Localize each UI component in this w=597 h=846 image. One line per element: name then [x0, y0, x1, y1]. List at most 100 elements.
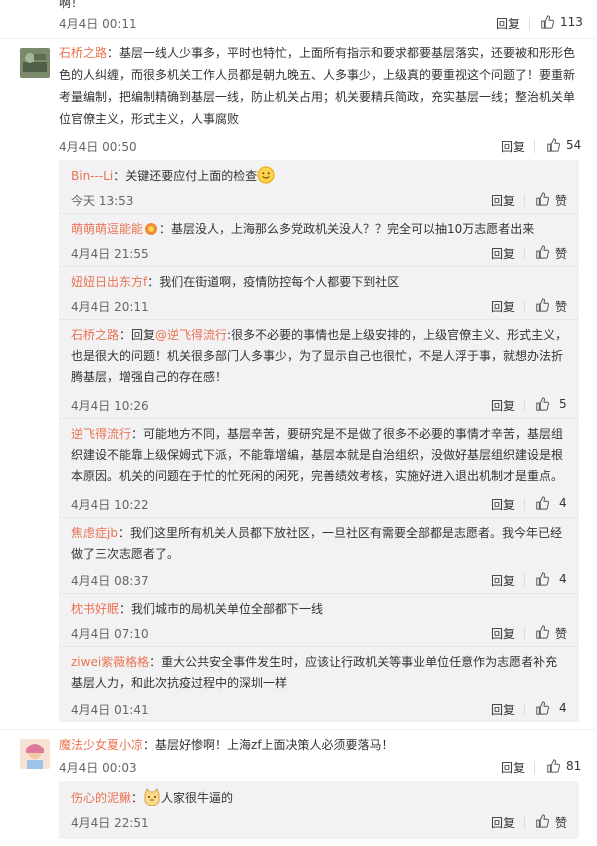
reply-button[interactable]: 回复 [501, 138, 525, 155]
divider [59, 213, 579, 214]
thumb-up-icon[interactable] [535, 572, 549, 586]
thumb-up-icon[interactable] [535, 496, 549, 510]
comment-text: ：基层一线人少事多，平时也特忙，上面所有指示和要求都要基层落实，还要被和形形色色… [59, 46, 576, 126]
divider [59, 418, 579, 419]
reply-button[interactable]: 回复 [491, 245, 515, 262]
like-count: 赞 [555, 300, 568, 314]
username[interactable]: 石桥之路 [71, 328, 119, 342]
divider [59, 593, 579, 594]
divider [59, 646, 579, 647]
separator [529, 17, 530, 30]
thumb-up-icon[interactable] [546, 138, 560, 152]
reply-time: 4月4日 22:51 [71, 816, 149, 830]
reply-meta: 4月4日 07:10 回复 赞 [59, 623, 579, 643]
reply-button[interactable]: 回复 [496, 15, 520, 32]
reply-time: 4月4日 07:10 [71, 627, 149, 641]
separator [534, 761, 535, 774]
reply-time: 4月4日 20:11 [71, 300, 149, 314]
comment-meta: 4月4日 00:50 回复 54 [0, 136, 597, 156]
divider [59, 517, 579, 518]
separator [524, 627, 525, 640]
username[interactable]: 伤心的泥鳅 [71, 791, 131, 805]
reply-body: 伤心的泥鳅： 人家很牛逼的 [71, 788, 569, 809]
thumb-up-icon[interactable] [535, 245, 549, 259]
comment-time: 4月4日 00:50 [59, 140, 137, 154]
username[interactable]: 枕书好眠 [71, 602, 119, 616]
reply-button[interactable]: 回复 [491, 298, 515, 315]
reply-button[interactable]: 回复 [491, 701, 515, 718]
thumb-up-icon[interactable] [535, 397, 549, 411]
reply-time: 今天 13:53 [71, 194, 134, 208]
username[interactable]: Bin---Li [71, 169, 113, 183]
separator [534, 140, 535, 153]
separator [524, 703, 525, 716]
reply-body: 石桥之路：回复@逆飞得流行:很多不必要的事情也是上级安排的，上级官僚主义、形式主… [71, 325, 569, 388]
reply-button[interactable]: 回复 [491, 496, 515, 513]
like-count: 4 [559, 572, 567, 586]
like-count: 赞 [555, 816, 568, 830]
mention-link[interactable]: @逆飞得流行 [155, 328, 227, 342]
thumb-up-icon[interactable] [535, 298, 549, 312]
username[interactable]: ziwei紫薇格格 [71, 655, 149, 669]
reply-text: ：我们这里所有机关人员都下放社区，一旦社区有需要全部都是志愿者。我今年已经做了三… [71, 526, 562, 561]
reply-item: 萌萌萌逗能能 ：基层没人，上海那么多党政机关没人？？完全可以抽10万志愿者出来 [71, 219, 569, 240]
divider [59, 266, 579, 267]
reply-button[interactable]: 回复 [501, 759, 525, 776]
separator [524, 247, 525, 260]
like-count: 113 [560, 15, 583, 29]
reply-time: 4月4日 21:55 [71, 247, 149, 261]
comment-meta: 4月4日 00:11 回复 113 [0, 13, 597, 33]
reply-button[interactable]: 回复 [491, 625, 515, 642]
reply-meta: 4月4日 10:22 回复 4 [59, 494, 579, 514]
username[interactable]: 焦虑症jb [71, 526, 118, 540]
reply-body: Bin---Li：关键还要应付上面的检查 [71, 166, 569, 187]
divider [59, 319, 579, 320]
reply-meta: 4月4日 01:41 回复 4 [59, 699, 579, 719]
thumb-up-icon[interactable] [546, 759, 560, 773]
reply-meta: 4月4日 08:37 回复 4 [59, 570, 579, 590]
reply-meta: 4月4日 22:51 回复 赞 [59, 812, 579, 832]
smile-emoji-icon [257, 166, 275, 184]
like-count: 赞 [555, 194, 568, 208]
reply-item: ziwei紫薇格格：重大公共安全事件发生时，应该让行政机关等事业单位任意作为志愿… [71, 652, 569, 694]
reply-item: 枕书好眠：我们城市的局机关单位全部都下一线 [71, 599, 569, 620]
like-count: 5 [559, 397, 567, 411]
reply-body: 妞妞日出东方f：我们在街道啊，疫情防控每个人都要下到社区 [71, 272, 569, 293]
separator [524, 498, 525, 511]
reply-body: 萌萌萌逗能能 ：基层没人，上海那么多党政机关没人？？完全可以抽10万志愿者出来 [71, 219, 569, 240]
avatar[interactable] [20, 48, 50, 78]
thumb-up-icon[interactable] [540, 15, 554, 29]
like-count: 赞 [555, 247, 568, 261]
reply-text: ：我们在街道啊，疫情防控每个人都要下到社区 [147, 275, 400, 289]
username[interactable]: 妞妞日出东方f [71, 275, 147, 289]
thumb-up-icon[interactable] [535, 625, 549, 639]
like-count: 81 [566, 759, 582, 773]
username[interactable]: 魔法少女夏小凉 [59, 738, 143, 752]
reply-text: ：基层没人，上海那么多党政机关没人？？完全可以抽10万志愿者出来 [159, 222, 535, 236]
username[interactable]: 石桥之路 [59, 46, 107, 60]
thumb-up-icon[interactable] [535, 814, 549, 828]
username[interactable]: 萌萌萌逗能能 [71, 222, 143, 236]
reply-text: ：可能地方不同，基层辛苦，要研究是不是做了很多不必要的事情才辛苦，基层组织建设不… [71, 427, 564, 483]
thumb-up-icon[interactable] [535, 192, 549, 206]
divider [0, 729, 597, 730]
reply-item: 焦虑症jb：我们这里所有机关人员都下放社区，一旦社区有需要全部都是志愿者。我今年… [71, 523, 569, 565]
reply-button[interactable]: 回复 [491, 572, 515, 589]
reply-button[interactable]: 回复 [491, 397, 515, 414]
reply-meta: 4月4日 10:26 回复 5 [59, 395, 579, 415]
reply-body: 焦虑症jb：我们这里所有机关人员都下放社区，一旦社区有需要全部都是志愿者。我今年… [71, 523, 569, 565]
reply-meta: 今天 13:53 回复 赞 [59, 190, 579, 210]
reply-body: ziwei紫薇格格：重大公共安全事件发生时，应该让行政机关等事业单位任意作为志愿… [71, 652, 569, 694]
separator [524, 816, 525, 829]
reply-body: 枕书好眠：我们城市的局机关单位全部都下一线 [71, 599, 569, 620]
reply-text: ：关键还要应付上面的检查 [113, 169, 258, 183]
reply-text: ： [131, 791, 144, 805]
reply-prefix: ：回复 [119, 328, 156, 342]
thumb-up-icon[interactable] [535, 701, 549, 715]
cat-emoji-icon [144, 788, 160, 806]
comment-time: 4月4日 00:03 [59, 761, 137, 775]
username[interactable]: 逆飞得流行 [71, 427, 131, 441]
reply-button[interactable]: 回复 [491, 814, 515, 831]
divider [0, 38, 597, 39]
reply-button[interactable]: 回复 [491, 192, 515, 209]
